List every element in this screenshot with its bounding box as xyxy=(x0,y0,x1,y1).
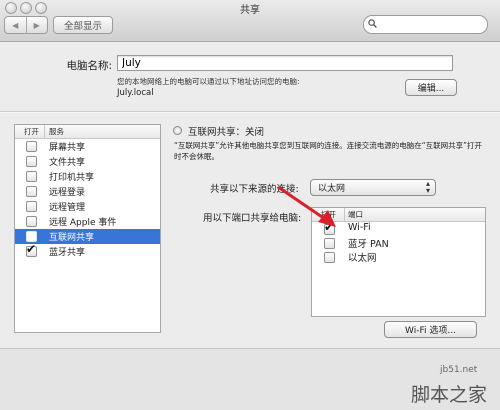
back-button[interactable]: ◀ xyxy=(5,17,26,33)
service-label: 打印机共享 xyxy=(49,173,95,183)
service-checkbox[interactable] xyxy=(26,216,37,227)
port-checkbox[interactable] xyxy=(324,252,335,263)
service-label: 远程登录 xyxy=(49,188,86,198)
services-header: 打开 服务 xyxy=(15,125,160,139)
service-label: 蓝牙共享 xyxy=(49,248,86,258)
service-checkbox[interactable] xyxy=(26,156,37,167)
port-checkbox[interactable]: ✔ xyxy=(324,220,335,235)
forward-arrow-icon: ▶ xyxy=(33,20,40,30)
watermark-title: 脚本之家 xyxy=(411,384,488,406)
service-label: 远程 Apple 事件 xyxy=(49,218,117,228)
service-row[interactable]: 屏幕共享 xyxy=(15,139,160,154)
checkmark-icon: ✔ xyxy=(324,220,335,234)
port-row[interactable]: ✔ Wi-Fi xyxy=(312,220,485,236)
ports-header-port: 端口 xyxy=(348,210,363,219)
service-row[interactable]: 远程 Apple 事件 xyxy=(15,214,160,229)
edit-button[interactable]: 编辑... xyxy=(405,79,457,96)
service-row[interactable]: 远程管理 xyxy=(15,199,160,214)
service-row[interactable]: 打印机共享 xyxy=(15,169,160,184)
divider xyxy=(0,111,500,113)
computer-name-label: 电脑名称: xyxy=(66,60,112,72)
window-title: 共享 xyxy=(240,5,260,16)
service-label: 远程管理 xyxy=(49,203,86,213)
ports-header: 打开 端口 xyxy=(312,208,485,222)
header-service: 服务 xyxy=(49,127,64,136)
internet-sharing-description: “互联网共享”允许其他电脑共享您到互联网的连接。连接交流电源的电脑在“互联网共享… xyxy=(174,141,483,161)
search-input[interactable] xyxy=(380,17,484,32)
port-label: 以太网 xyxy=(348,253,377,264)
share-ports-label: 用以下端口共享给电脑: xyxy=(203,213,302,224)
service-checkbox[interactable] xyxy=(26,231,37,242)
service-row[interactable]: 远程登录 xyxy=(15,184,160,199)
nav-group: ◀ ▶ xyxy=(4,16,48,34)
port-checkbox[interactable] xyxy=(324,238,335,249)
local-address: July.local xyxy=(117,88,154,98)
checkmark-icon: ✔ xyxy=(26,242,37,256)
search-icon xyxy=(368,19,377,28)
forward-button[interactable]: ▶ xyxy=(25,17,48,33)
service-checkbox[interactable] xyxy=(26,201,37,212)
updown-arrows-icon: ▴ ▾ xyxy=(425,179,430,195)
service-checkbox[interactable]: ✔ xyxy=(26,242,37,257)
title-bar: 共享 ◀ ▶ 全部显示 xyxy=(0,0,500,42)
show-all-button[interactable]: 全部显示 xyxy=(53,16,113,34)
internet-sharing-status: 互联网共享：关闭 xyxy=(188,127,265,138)
service-checkbox[interactable] xyxy=(26,186,37,197)
ports-list: 打开 端口 ✔ Wi-Fi 蓝牙 PAN 以太网 xyxy=(311,207,486,317)
service-checkbox[interactable] xyxy=(26,171,37,182)
service-label: 文件共享 xyxy=(49,158,86,168)
port-label: 蓝牙 PAN xyxy=(348,239,389,250)
port-label: Wi-Fi xyxy=(348,222,371,233)
back-arrow-icon: ◀ xyxy=(12,20,19,30)
status-indicator-icon xyxy=(173,126,182,135)
services-list: 打开 服务 屏幕共享文件共享打印机共享远程登录远程管理远程 Apple 事件 互联… xyxy=(14,124,161,333)
service-row[interactable]: 互联网共享 xyxy=(15,229,160,244)
service-label: 互联网共享 xyxy=(49,233,95,243)
service-row[interactable]: 文件共享 xyxy=(15,154,160,169)
wifi-options-button[interactable]: Wi-Fi 选项... xyxy=(384,321,477,338)
header-on: 打开 xyxy=(24,127,39,136)
share-source-select[interactable]: 以太网 ▴ ▾ xyxy=(310,179,436,196)
service-label: 屏幕共享 xyxy=(49,143,86,153)
computer-name-input[interactable] xyxy=(117,55,453,71)
computer-name-hint: 您的本地网络上的电脑可以通过以下地址访问您的电脑: xyxy=(117,77,300,86)
port-row[interactable]: 以太网 xyxy=(312,250,485,264)
ports-header-on: 打开 xyxy=(321,210,336,219)
service-checkbox[interactable] xyxy=(26,141,37,152)
service-row[interactable]: ✔ 蓝牙共享 xyxy=(15,242,160,259)
port-row[interactable]: 蓝牙 PAN xyxy=(312,236,485,250)
search-field[interactable] xyxy=(363,15,488,34)
share-source-value: 以太网 xyxy=(318,184,346,194)
watermark-url: jb51.net xyxy=(440,365,478,375)
share-source-label: 共享以下来源的连接: xyxy=(210,184,299,195)
